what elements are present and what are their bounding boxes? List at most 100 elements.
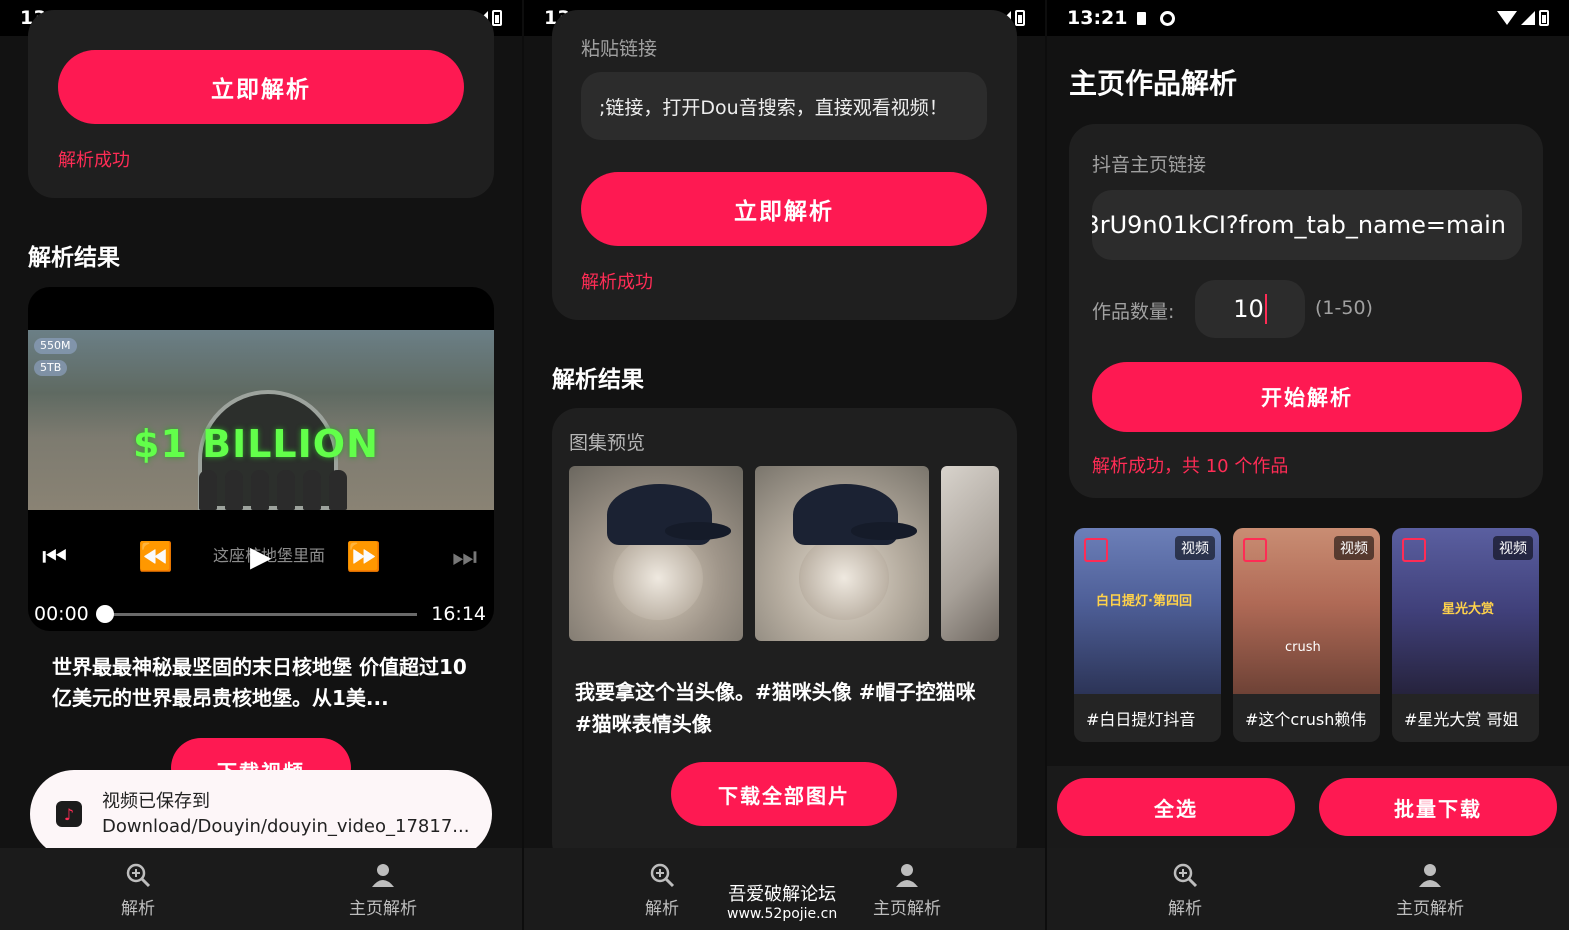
success-text: 解析成功 [581,272,653,293]
fast-forward-icon[interactable]: ⏩ [346,537,381,577]
nav-item-profile-parse[interactable]: 主页解析 [847,860,967,919]
people-group [178,470,368,510]
screen-video-parse-result: 13:23 立即解析 解析成功 解析结果 550M 5TB $1 BILLION… [0,0,522,930]
work-item[interactable]: 白日提灯·第四回 视频 #白日提灯抖音 [1074,528,1221,742]
sync-icon [1160,10,1176,26]
search-icon [1125,860,1245,890]
video-title: 世界最最神秘最坚固的末日核地堡 价值超过10亿美元的世界最昂贵核地堡。从1美..… [52,655,467,710]
link-input[interactable]: ;链接，打开Dou音搜索，直接观看视频！ [581,72,987,140]
work-caption: #这个crush赖伟 [1245,710,1367,729]
current-time: 00:00 [34,603,89,625]
profile-link-value: 3rU9n01kCI?from_tab_name=main [1092,211,1506,239]
rewind-icon[interactable]: ⏪ [138,537,173,577]
nav-item-profile-parse[interactable]: 主页解析 [1370,860,1490,919]
battery-icon [492,10,502,26]
select-checkbox[interactable] [1243,538,1267,562]
page-title: 主页作品解析 [1069,67,1238,100]
person-icon [323,860,443,890]
battery-icon [1539,10,1549,26]
nav-label-parse: 解析 [121,899,155,919]
nav-item-parse[interactable]: 解析 [602,860,722,919]
results-title: 解析结果 [552,367,644,393]
skip-previous-icon[interactable]: ⏮ [42,537,67,577]
text-cursor [1264,294,1267,324]
duration-time: 16:14 [431,603,486,625]
profile-link-label: 抖音主页链接 [1092,154,1207,176]
nav-label-profile-parse: 主页解析 [873,899,941,919]
video-frame: 550M 5TB $1 BILLION [28,330,494,510]
results-title: 解析结果 [28,245,120,271]
start-parse-button[interactable]: 开始解析 [1092,362,1522,432]
video-badge: 视频 [1175,536,1215,560]
search-icon [602,860,722,890]
work-item[interactable]: crush 视频 #这个crush赖伟 [1233,528,1380,742]
progress-track[interactable] [104,613,417,616]
success-text: 解析成功，共 10 个作品 [1092,456,1289,477]
batch-action-bar: 全选 批量下载 [1047,766,1569,850]
link-label: 粘贴链接 [581,38,658,60]
parse-button[interactable]: 立即解析 [58,50,464,124]
select-checkbox[interactable] [1084,538,1108,562]
work-overlay-text: 白日提灯·第四回 [1096,594,1192,609]
status-time: 13:21 [1067,7,1128,29]
batch-download-button[interactable]: 批量下载 [1319,778,1557,836]
gallery-image-3[interactable] [941,466,999,641]
nav-item-profile-parse[interactable]: 主页解析 [323,860,443,919]
search-icon [78,860,198,890]
nav-label-profile-parse: 主页解析 [349,899,417,919]
storage-chip: 5TB [34,360,68,376]
views-chip: 550M [34,338,77,354]
gallery-image-2[interactable] [755,466,929,641]
progress-row: 00:00 16:14 [28,599,494,629]
work-caption: #白日提灯抖音 [1086,710,1196,729]
screen-profile-parse: 13:21 主页作品解析 抖音主页链接 3rU9n01kCI?from_tab_… [1047,0,1569,930]
progress-thumb[interactable] [96,605,114,623]
work-overlay-text: crush [1285,640,1321,655]
watermark-line2: www.52pojie.cn [727,906,838,922]
skip-next-icon[interactable]: ⏭ [452,537,477,577]
nav-label-parse: 解析 [645,899,679,919]
count-label: 作品数量: [1092,301,1175,323]
video-player[interactable]: 550M 5TB $1 BILLION 这座核地堡里面 ⏮ ⏪ ▶ ⏩ ⏭ 00… [28,287,494,631]
video-overlay-text: $1 BILLION [133,422,379,466]
select-checkbox[interactable] [1402,538,1426,562]
player-controls: ⏮ ⏪ ▶ ⏩ ⏭ [28,537,494,577]
nav-item-parse[interactable]: 解析 [78,860,198,919]
nav-label-parse: 解析 [1168,899,1202,919]
toast-line2: Download/Douyin/douyin_video_17817... [102,816,470,837]
battery-icon [1015,10,1025,26]
screen-image-parse-result: 13:18 粘贴链接 ;链接，打开Dou音搜索，直接观看视频！ 立即解析 解析成… [524,0,1045,930]
work-overlay-text: 星光大赏 [1442,602,1495,617]
video-badge: 视频 [1493,536,1533,560]
download-all-images-button[interactable]: 下载全部图片 [671,762,897,826]
bottom-nav: 解析 主页解析 [0,848,522,930]
bottom-nav: 解析 主页解析 [1047,848,1569,930]
nav-label-profile-parse: 主页解析 [1396,899,1464,919]
wifi-icon [1497,11,1517,25]
work-item[interactable]: 星光大赏 视频 #星光大赏 哥姐 [1392,528,1539,742]
count-range: (1-50) [1315,297,1373,319]
profile-link-input[interactable]: 3rU9n01kCI?from_tab_name=main [1092,190,1522,260]
success-text: 解析成功 [58,150,130,171]
post-description: 我要拿这个当头像。#猫咪头像 #帽子控猫咪 #猫咪表情头像 [575,680,976,736]
select-all-button[interactable]: 全选 [1057,778,1295,836]
save-toast: ♪ 视频已保存到 Download/Douyin/douyin_video_17… [30,770,492,858]
gallery-label: 图集预览 [569,432,646,454]
play-icon[interactable]: ▶ [250,537,272,577]
count-value: 10 [1233,295,1264,323]
work-caption: #星光大赏 哥姐 [1404,710,1519,729]
forum-watermark: 吾爱破解论坛 www.52pojie.cn [727,880,837,922]
person-icon [1370,860,1490,890]
sim-icon [1137,11,1147,25]
nav-item-parse[interactable]: 解析 [1125,860,1245,919]
toast-line1: 视频已保存到 [102,791,210,812]
parse-button[interactable]: 立即解析 [581,172,987,246]
video-badge: 视频 [1334,536,1374,560]
gallery-image-1[interactable] [569,466,743,641]
signal-icon [1521,11,1535,25]
count-input[interactable]: 10 [1195,280,1305,338]
douyin-app-icon: ♪ [56,801,82,827]
status-bar: 13:21 [1047,0,1569,36]
person-icon [847,860,967,890]
watermark-line1: 吾爱破解论坛 [728,884,837,905]
